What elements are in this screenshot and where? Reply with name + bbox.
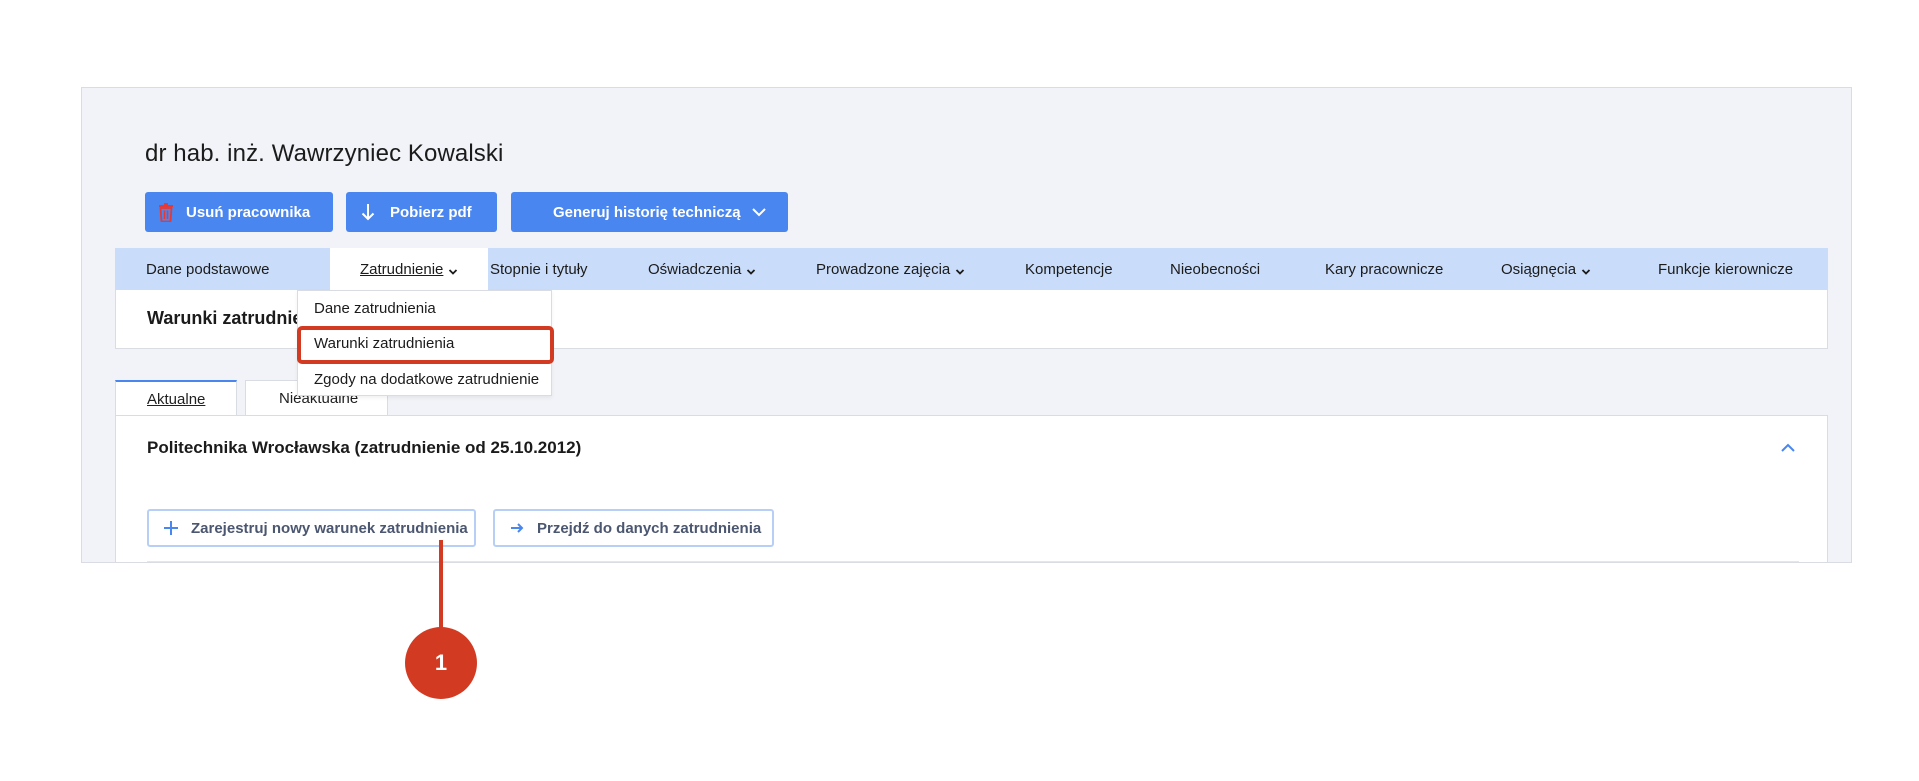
generate-history-label: Generuj historię techniczą	[553, 203, 741, 221]
chevron-up-icon[interactable]	[1779, 439, 1797, 457]
tab-absences[interactable]: Nieobecności	[1170, 248, 1260, 290]
tab-competences[interactable]: Kompetencje	[1025, 248, 1113, 290]
chevron-down-icon[interactable]	[750, 203, 768, 221]
chevron-down-icon	[955, 264, 965, 275]
menu-item-additional-employment[interactable]: Zgody na dodatkowe zatrudnienie	[314, 371, 539, 388]
tab-current[interactable]: Aktualne	[115, 380, 237, 416]
tab-employment[interactable]: Zatrudnienie	[330, 248, 488, 290]
tab-penalties[interactable]: Kary pracownicze	[1325, 248, 1443, 290]
employee-card: dr hab. inż. Wawrzyniec Kowalski Usuń pr…	[81, 87, 1852, 563]
chevron-down-icon	[1581, 264, 1591, 275]
divider	[147, 561, 1799, 562]
tab-degrees-titles[interactable]: Stopnie i tytuły	[490, 248, 588, 290]
arrow-down-icon	[360, 202, 376, 222]
menu-item-employment-data[interactable]: Dane zatrudnienia	[314, 300, 436, 317]
plus-icon	[163, 520, 179, 536]
callout-badge: 1	[405, 627, 477, 699]
tab-basic-data[interactable]: Dane podstawowe	[146, 248, 269, 290]
download-pdf-button[interactable]: Pobierz pdf	[346, 192, 497, 232]
delete-employee-label: Usuń pracownika	[186, 203, 311, 221]
delete-employee-button[interactable]: Usuń pracownika	[145, 192, 333, 232]
trash-icon	[157, 202, 175, 222]
chevron-down-icon	[746, 264, 756, 275]
callout-line	[439, 540, 443, 628]
goto-employment-data-button[interactable]: Przejdź do danych zatrudnienia	[493, 509, 774, 547]
panel-title: Politechnika Wrocławska (zatrudnienie od…	[147, 438, 582, 457]
employment-panel: Politechnika Wrocławska (zatrudnienie od…	[115, 415, 1828, 562]
chevron-down-icon	[448, 264, 458, 275]
download-pdf-label: Pobierz pdf	[390, 203, 472, 221]
menu-item-employment-conditions[interactable]: Warunki zatrudnienia	[314, 335, 454, 352]
main-nav-tabs: Dane podstawowe Zatrudnienie Stopnie i t…	[115, 248, 1828, 290]
tab-achievements[interactable]: Osiągnęcia	[1501, 248, 1591, 290]
tab-statements[interactable]: Oświadczenia	[648, 248, 756, 290]
generate-history-button[interactable]: Generuj historię techniczą	[511, 192, 788, 232]
tab-classes[interactable]: Prowadzone zajęcia	[816, 248, 965, 290]
employment-dropdown-menu: Dane zatrudnienia Warunki zatrudnienia Z…	[297, 290, 552, 396]
tab-management-functions[interactable]: Funkcje kierownicze	[1658, 248, 1793, 290]
register-condition-button[interactable]: Zarejestruj nowy warunek zatrudnienia	[147, 509, 476, 547]
arrow-right-icon	[509, 520, 525, 536]
page-title: dr hab. inż. Wawrzyniec Kowalski	[145, 140, 504, 167]
